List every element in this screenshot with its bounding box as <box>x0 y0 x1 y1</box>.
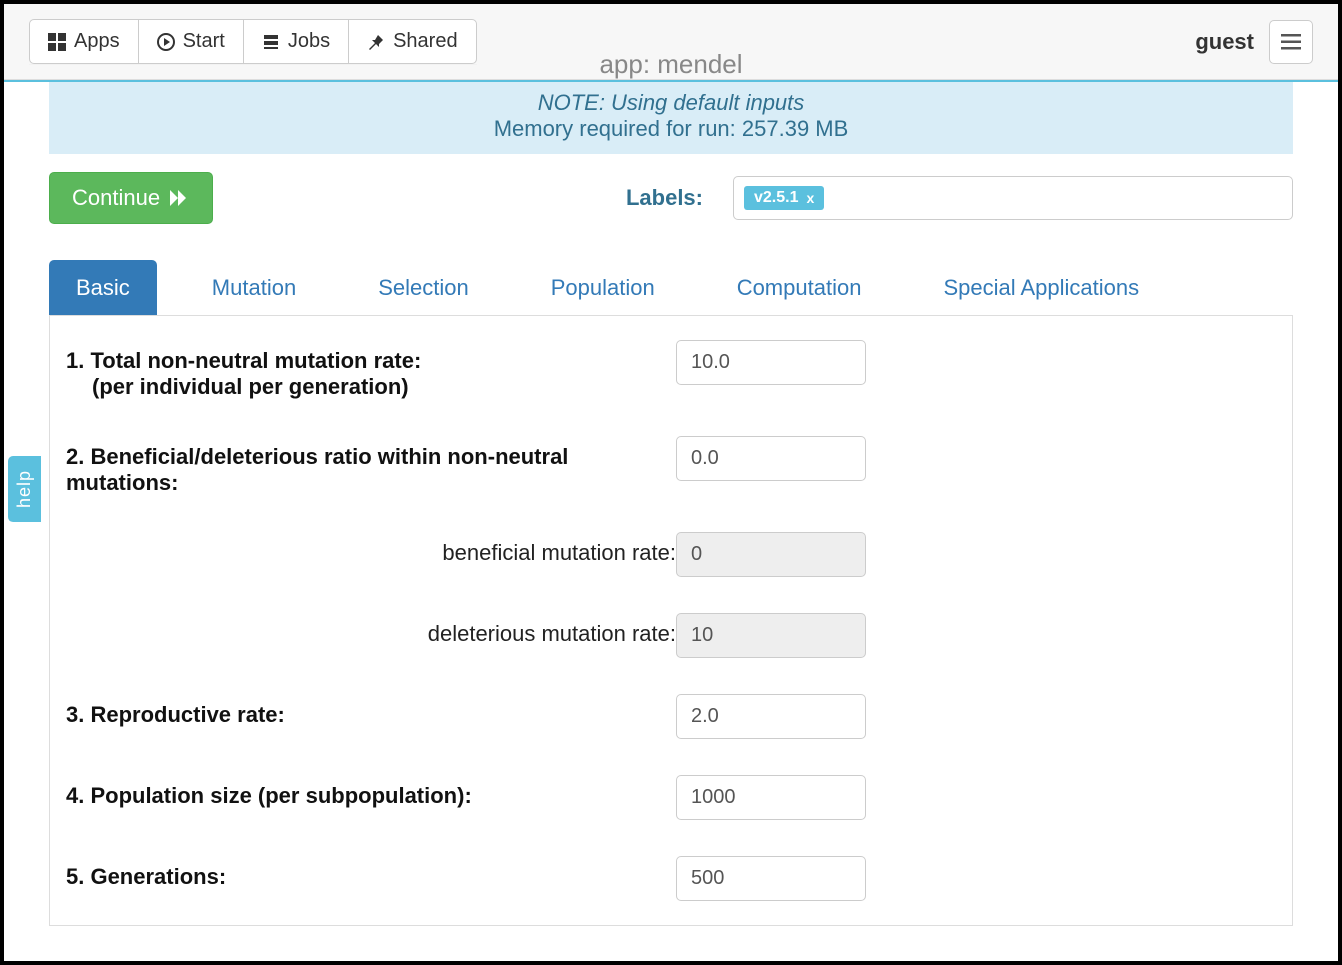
row-reproductive-rate: 3. Reproductive rate: <box>66 694 1276 739</box>
labels-label: Labels: <box>626 185 703 211</box>
label-ratio: 2. Beneficial/deleterious ratio within n… <box>66 436 676 496</box>
hamburger-icon <box>1281 34 1301 50</box>
tab-computation[interactable]: Computation <box>710 260 889 315</box>
input-reproductive-rate[interactable] <box>676 694 866 739</box>
labels-input[interactable]: v2.5.1 x <box>733 176 1293 220</box>
memory-text: Memory required for run: 257.39 MB <box>49 116 1293 142</box>
tag-text: v2.5.1 <box>754 189 798 207</box>
tabs: Basic Mutation Selection Population Comp… <box>49 260 1293 316</box>
tag-remove-icon[interactable]: x <box>806 190 814 206</box>
continue-button[interactable]: Continue <box>49 172 213 224</box>
row-beneficial-rate: beneficial mutation rate: <box>66 532 1276 577</box>
tab-selection[interactable]: Selection <box>351 260 496 315</box>
topbar-right: guest <box>1195 20 1313 64</box>
input-mutation-rate[interactable] <box>676 340 866 385</box>
pin-icon <box>367 33 385 51</box>
forward-icon <box>170 190 190 206</box>
apps-icon <box>48 33 66 51</box>
row-population-size: 4. Population size (per subpopulation): <box>66 775 1276 820</box>
label-beneficial-rate: beneficial mutation rate: <box>66 532 676 566</box>
tab-panel-basic: 1. Total non-neutral mutation rate: (per… <box>49 316 1293 926</box>
shared-label: Shared <box>393 30 458 53</box>
topbar: Apps Start Jobs Shared app: me <box>4 4 1338 80</box>
label-tag: v2.5.1 x <box>744 186 824 210</box>
continue-label: Continue <box>72 185 160 211</box>
tab-population[interactable]: Population <box>524 260 682 315</box>
jobs-icon <box>262 33 280 51</box>
label-reproductive-rate: 3. Reproductive rate: <box>66 694 676 728</box>
input-generations[interactable] <box>676 856 866 901</box>
action-row: Continue Labels: v2.5.1 x <box>49 172 1293 224</box>
label-mutation-rate-main: 1. Total non-neutral mutation rate: <box>66 348 421 373</box>
start-button[interactable]: Start <box>138 19 244 64</box>
nav-button-group: Apps Start Jobs Shared <box>29 19 477 64</box>
tab-mutation[interactable]: Mutation <box>185 260 323 315</box>
label-deleterious-rate: deleterious mutation rate: <box>66 613 676 647</box>
apps-button[interactable]: Apps <box>29 19 139 64</box>
input-deleterious-rate <box>676 613 866 658</box>
row-mutation-rate: 1. Total non-neutral mutation rate: (per… <box>66 340 1276 400</box>
row-deleterious-rate: deleterious mutation rate: <box>66 613 1276 658</box>
row-generations: 5. Generations: <box>66 856 1276 901</box>
shared-button[interactable]: Shared <box>348 19 477 64</box>
user-label: guest <box>1195 29 1254 55</box>
help-tab[interactable]: help <box>8 456 41 522</box>
menu-button[interactable] <box>1269 20 1313 64</box>
jobs-button[interactable]: Jobs <box>243 19 349 64</box>
start-icon <box>157 33 175 51</box>
input-population-size[interactable] <box>676 775 866 820</box>
label-mutation-rate: 1. Total non-neutral mutation rate: (per… <box>66 340 676 400</box>
app-title: app: mendel <box>599 49 742 80</box>
label-mutation-rate-sub: (per individual per generation) <box>66 374 409 399</box>
tab-special[interactable]: Special Applications <box>916 260 1166 315</box>
input-ratio[interactable] <box>676 436 866 481</box>
label-generations: 5. Generations: <box>66 856 676 890</box>
tab-basic[interactable]: Basic <box>49 260 157 315</box>
apps-label: Apps <box>74 30 120 53</box>
info-banner: NOTE: Using default inputs Memory requir… <box>49 82 1293 154</box>
label-population-size: 4. Population size (per subpopulation): <box>66 775 676 809</box>
note-text: NOTE: Using default inputs <box>49 90 1293 116</box>
row-ratio: 2. Beneficial/deleterious ratio within n… <box>66 436 1276 496</box>
input-beneficial-rate <box>676 532 866 577</box>
jobs-label: Jobs <box>288 30 330 53</box>
start-label: Start <box>183 30 225 53</box>
